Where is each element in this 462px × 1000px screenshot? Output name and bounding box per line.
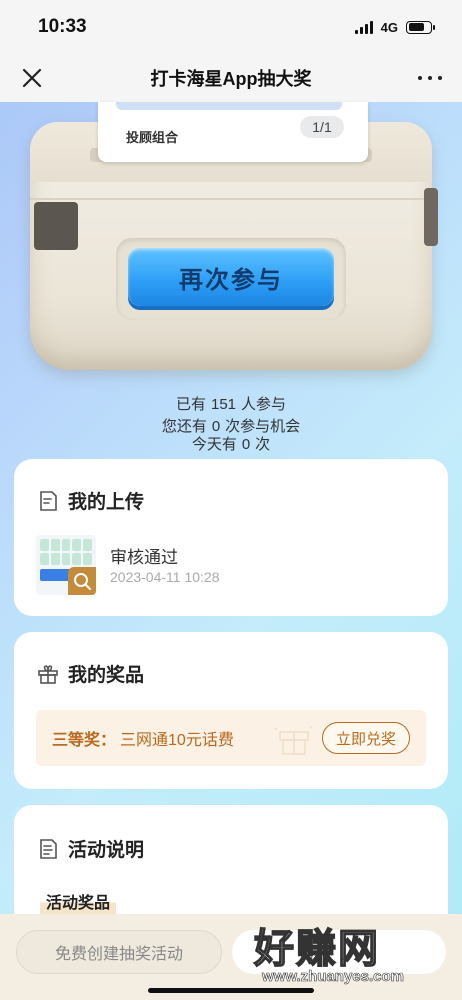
lottery-machine: 再次参与 投顾组合 1/1	[0, 102, 462, 392]
battery-icon	[406, 20, 435, 34]
gift-decoration-icon	[274, 725, 313, 755]
watermark-url: www.zhuanyes.com	[262, 968, 405, 986]
watermark-logo: 好赚网	[253, 925, 380, 973]
network-label: 4G	[380, 19, 398, 35]
ticket-paper: 投顾组合 1/1	[98, 102, 368, 162]
today-count: 0	[241, 436, 251, 453]
today-line: 今天有 0 次	[191, 436, 271, 453]
page-title: 打卡海星App抽大奖	[150, 69, 312, 89]
home-indicator[interactable]	[148, 988, 314, 993]
upload-time: 2023-04-11 10:28	[110, 569, 220, 585]
search-icon	[74, 573, 91, 590]
participants-count: 151	[210, 396, 237, 413]
document-icon	[40, 490, 57, 511]
participants-line: 已有 151 人参与	[175, 396, 287, 413]
status-time: 10:33	[38, 16, 87, 37]
prize-item: 三等奖： 三网通10元话费 立即兑奖	[36, 710, 426, 766]
status-bar: 10:33 4G	[0, 0, 462, 54]
more-icon[interactable]	[418, 66, 442, 90]
prize-level: 三等奖：	[52, 732, 117, 749]
ticket-label: 投顾组合	[126, 130, 179, 145]
my-prizes-title: 我的奖品	[68, 665, 145, 686]
notes-icon	[40, 838, 57, 859]
redeem-button[interactable]: 立即兑奖	[322, 722, 410, 754]
my-prizes-card: 我的奖品 三等奖： 三网通10元话费 立即兑奖	[14, 632, 448, 789]
prize-name: 三网通10元话费	[120, 732, 234, 749]
ticket-count: 1/1	[300, 116, 344, 138]
my-uploads-title: 我的上传	[68, 492, 145, 513]
activity-prizes-subhead: 活动奖品	[40, 887, 117, 915]
again-button-frame: 再次参与	[116, 238, 346, 320]
activity-title: 活动说明	[68, 840, 145, 861]
machine-side-tab	[34, 202, 78, 250]
machine-knob	[424, 188, 438, 246]
signal-icon	[354, 20, 373, 34]
participation-stats: 已有 151 人参与 您还有 0 次参与机会 今天有 0 次	[0, 394, 462, 456]
free-create-lottery-button[interactable]: 免费创建抽奖活动	[16, 930, 222, 974]
nav-bar: 打卡海星App抽大奖	[0, 54, 462, 102]
gift-icon	[38, 664, 58, 684]
status-indicators: 4G	[354, 19, 435, 35]
upload-status: 审核通过	[110, 548, 178, 567]
participate-again-button[interactable]: 再次参与	[128, 248, 334, 306]
site-watermark: 好赚网 www.zhuanyes.com	[248, 916, 448, 992]
my-uploads-card: 我的上传 审核通过 2023-04-11 10:28	[14, 459, 448, 616]
close-icon[interactable]	[20, 66, 44, 90]
chances-count: 0	[211, 418, 221, 435]
upload-thumbnail[interactable]	[36, 535, 96, 595]
